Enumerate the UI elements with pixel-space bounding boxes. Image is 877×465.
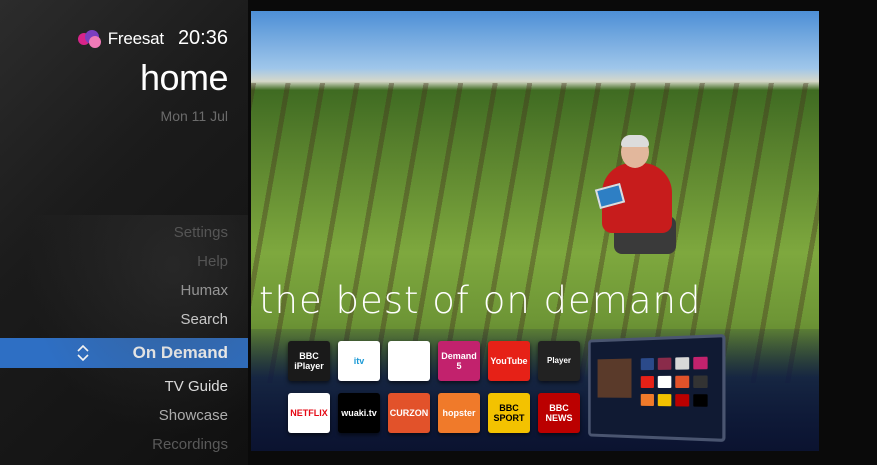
tv-cell xyxy=(640,375,654,388)
up-down-chevron-icon xyxy=(77,345,89,361)
hero-tagline: the best of on demand xyxy=(259,279,702,322)
tv-cell xyxy=(657,375,672,388)
menu-item-recordings[interactable]: Recordings xyxy=(0,430,248,459)
tv-cell xyxy=(657,357,672,370)
youtube-tile[interactable]: YouTube xyxy=(488,341,530,381)
netflix-tile[interactable]: NETFLIX xyxy=(288,393,330,433)
main-menu: Settings Help Humax Search On Demand TV … xyxy=(0,218,248,459)
tv-cell xyxy=(640,393,654,407)
menu-item-on-demand-label: On Demand xyxy=(132,343,228,362)
freesat-logo-icon xyxy=(77,29,102,48)
page-title: home xyxy=(139,57,229,98)
hopster-tile[interactable]: hopster xyxy=(438,393,480,433)
brand-name: Freesat xyxy=(107,28,164,48)
brand-header: Freesat 20:36 xyxy=(77,27,228,50)
wuaki-tile[interactable]: wuaki.tv xyxy=(338,393,380,433)
tv-cell xyxy=(675,357,690,370)
tv-preview-screen xyxy=(588,333,726,443)
sidebar: Freesat 20:36 home Mon 11 Jul Settings H… xyxy=(0,0,248,465)
itv-tile[interactable]: itv xyxy=(338,341,380,381)
menu-item-search[interactable]: Search xyxy=(0,305,248,334)
menu-item-on-demand[interactable]: On Demand xyxy=(0,338,248,368)
menu-item-tv-guide[interactable]: TV Guide xyxy=(0,372,248,401)
channel-stripes-tile[interactable] xyxy=(388,341,430,381)
menu-item-showcase[interactable]: Showcase xyxy=(0,401,248,430)
menu-item-settings[interactable]: Settings xyxy=(0,218,248,247)
tv-cell xyxy=(693,356,708,370)
bbc-sport-tile[interactable]: BBC SPORT xyxy=(488,393,530,433)
tv-cell xyxy=(675,375,690,388)
app-tiles: BBC iPlayer itv Demand 5 YouTube Player … xyxy=(288,341,588,451)
farmer-hair xyxy=(621,135,649,147)
bbc-iplayer-tile[interactable]: BBC iPlayer xyxy=(288,341,330,381)
demand5-tile[interactable]: Demand 5 xyxy=(438,341,480,381)
clock: 20:36 xyxy=(177,27,228,49)
tv-cell xyxy=(675,394,690,407)
menu-item-humax[interactable]: Humax xyxy=(0,276,248,305)
current-date: Mon 11 Jul xyxy=(160,108,228,124)
tv-cell xyxy=(693,375,708,388)
hero-banner[interactable]: the best of on demand BBC iPlayer itv De… xyxy=(251,11,819,451)
tv-cell xyxy=(693,394,708,407)
freesat-home-screen: Freesat 20:36 home Mon 11 Jul Settings H… xyxy=(0,0,877,465)
player-tile[interactable]: Player xyxy=(538,341,580,381)
tv-cell xyxy=(657,394,672,407)
tv-preview-image xyxy=(597,358,632,398)
menu-item-help[interactable]: Help xyxy=(0,247,248,276)
curzon-tile[interactable]: CURZON xyxy=(388,393,430,433)
bbc-news-tile[interactable]: BBC NEWS xyxy=(538,393,580,433)
tv-cell xyxy=(640,357,654,371)
